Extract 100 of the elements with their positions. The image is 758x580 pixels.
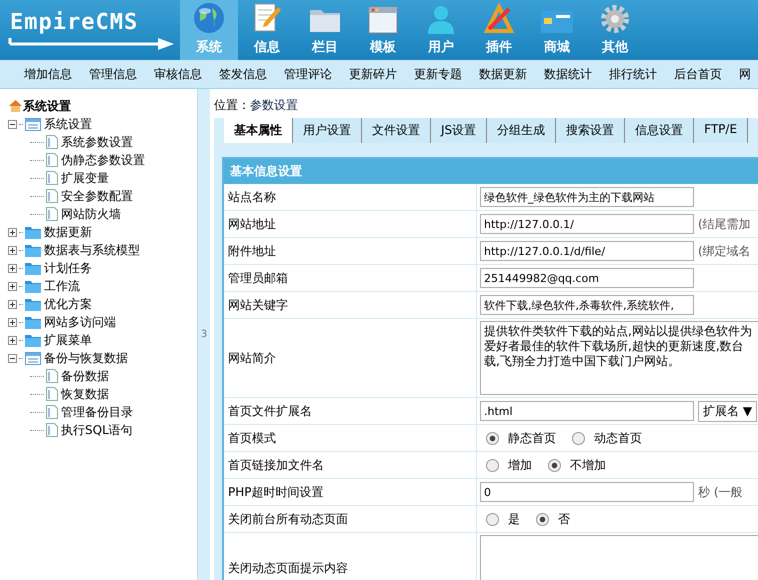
tree-item[interactable]: 计划任务 <box>44 260 92 276</box>
submenu-link[interactable]: 网 <box>739 66 751 82</box>
tree-item[interactable]: 数据表与系统模型 <box>44 242 140 258</box>
expand-icon[interactable] <box>8 282 17 290</box>
expand-icon[interactable] <box>8 264 17 272</box>
field-label: 关闭动态页面提示内容 <box>224 533 477 580</box>
radio-button[interactable] <box>486 458 499 472</box>
submenu-link[interactable]: 数据更新 <box>479 66 527 82</box>
person-icon <box>425 3 457 35</box>
settings-tab[interactable]: FTP/E <box>694 118 748 143</box>
tree-item[interactable]: 扩展变量 <box>61 170 109 186</box>
nav-tab[interactable]: 其他 <box>586 0 644 60</box>
settings-tab[interactable]: 文件设置 <box>362 118 431 143</box>
field-label: 网站地址 <box>224 211 477 237</box>
tree-item[interactable]: 工作流 <box>44 278 80 294</box>
tree-item[interactable]: 优化方案 <box>44 296 92 312</box>
settings-tab[interactable]: 用户设置 <box>293 118 362 143</box>
list-icon <box>25 118 41 130</box>
tree-item[interactable]: 系统参数设置 <box>61 134 133 150</box>
logo: EmpireCMS <box>0 0 180 60</box>
folder-icon <box>25 298 41 310</box>
settings-tab[interactable]: 搜索设置 <box>556 118 626 143</box>
nav-tab[interactable]: 商城 <box>528 0 586 60</box>
submenu-link[interactable]: 增加信息 <box>24 66 72 82</box>
tree-item[interactable]: 扩展菜单 <box>44 332 92 348</box>
folder-icon <box>25 262 41 274</box>
home-icon <box>8 99 23 113</box>
submenu-link[interactable]: 管理信息 <box>89 66 137 82</box>
field-label: 附件地址 <box>224 238 477 264</box>
nav-tab[interactable]: 模板 <box>354 0 412 60</box>
input-field[interactable]: 0 <box>480 482 694 502</box>
splitter[interactable]: 3 <box>198 89 210 580</box>
submenu-link[interactable]: 更新碎片 <box>349 66 397 82</box>
nav-tab[interactable]: 用户 <box>412 0 470 60</box>
submenu-link[interactable]: 后台首页 <box>674 66 722 82</box>
expand-icon[interactable] <box>8 228 17 236</box>
radio-button[interactable] <box>486 512 499 526</box>
page-icon <box>46 369 58 383</box>
collapse-icon[interactable] <box>8 120 17 128</box>
expand-icon[interactable] <box>8 300 17 308</box>
field-label: 管理员邮箱 <box>224 265 477 291</box>
expand-icon[interactable] <box>8 246 17 254</box>
radio-button[interactable] <box>486 432 499 444</box>
tree-item[interactable]: 网站防火墙 <box>61 206 121 222</box>
tree-item[interactable]: 网站多访问端 <box>44 314 116 330</box>
page-icon <box>46 387 58 401</box>
expand-icon[interactable] <box>8 318 17 326</box>
radio-button[interactable] <box>548 458 561 472</box>
page-icon <box>46 405 58 419</box>
folder-icon <box>25 244 41 256</box>
extension-dropdown[interactable]: 扩展名 ▼ <box>698 400 758 422</box>
page-icon <box>46 171 58 185</box>
field-label: 首页文件扩展名 <box>224 398 477 424</box>
submenu-link[interactable]: 排行统计 <box>609 66 657 82</box>
text-area[interactable]: 提供软件类软件下载的站点,网站以提供绿色软件为 爱好者最佳的软件下载场所,超快的更新速度,数台 载,飞翔全力打造中国下载门户网站。 <box>480 321 758 395</box>
field-hint: 秒 (一般 <box>698 484 742 500</box>
radio-label: 否 <box>558 510 570 528</box>
page-icon <box>46 153 58 167</box>
input-field[interactable]: 绿色软件_绿色软件为主的下载网站 <box>480 187 694 207</box>
radio-button[interactable] <box>572 432 585 444</box>
radio-label: 增加 <box>508 456 532 474</box>
text-area-line: 提供软件类软件下载的站点,网站以提供绿色软件为 <box>484 324 753 339</box>
settings-tab[interactable]: 基本属性 <box>224 118 293 143</box>
submenu-link[interactable]: 更新专题 <box>414 66 462 82</box>
submenu-link[interactable]: 数据统计 <box>544 66 592 82</box>
settings-tab[interactable]: 信息设置 <box>625 118 694 143</box>
settings-tab[interactable]: 分组生成 <box>487 118 556 143</box>
input-field[interactable]: .html <box>480 401 694 421</box>
expand-icon[interactable] <box>8 336 17 344</box>
tree-item[interactable]: 管理备份目录 <box>61 404 133 420</box>
tree-item[interactable]: 备份与恢复数据 <box>44 350 128 366</box>
collapse-icon[interactable] <box>8 354 17 362</box>
tree-item[interactable]: 系统设置 <box>44 116 92 132</box>
tree-item[interactable]: 伪静态参数设置 <box>61 152 145 168</box>
submenu-link[interactable]: 审核信息 <box>154 66 202 82</box>
submenu-link[interactable]: 管理评论 <box>284 66 332 82</box>
radio-label: 静态首页 <box>508 430 556 446</box>
settings-tab[interactable]: JS设置 <box>431 118 488 143</box>
field-label: 网站简介 <box>224 319 477 397</box>
breadcrumb-link[interactable]: 参数设置 <box>250 97 298 114</box>
input-field[interactable]: 251449982@qq.com <box>480 268 694 288</box>
window-icon <box>367 5 399 35</box>
tree-item[interactable]: 恢复数据 <box>61 386 109 402</box>
nav-tab[interactable]: 栏目 <box>296 0 354 60</box>
nav-tab[interactable]: 信息 <box>238 0 296 60</box>
tree-item[interactable]: 执行SQL语句 <box>61 422 133 438</box>
radio-button[interactable] <box>536 512 549 526</box>
tree-item[interactable]: 备份数据 <box>61 368 109 384</box>
tree-item[interactable]: 数据更新 <box>44 224 92 240</box>
sidebar-title: 系统设置 <box>23 98 71 114</box>
input-field[interactable]: http://127.0.0.1/ <box>480 214 694 234</box>
nav-tab[interactable]: 插件 <box>470 0 528 60</box>
submenu-link[interactable]: 签发信息 <box>219 66 267 82</box>
tree-item[interactable]: 安全参数配置 <box>61 188 133 204</box>
input-field[interactable]: http://127.0.0.1/d/file/ <box>480 241 694 261</box>
text-area-line: 载,飞翔全力打造中国下载门户网站。 <box>484 354 681 369</box>
input-field[interactable]: 软件下载,绿色软件,杀毒软件,系统软件, <box>480 295 694 315</box>
list-icon <box>25 352 41 364</box>
globe-icon <box>192 1 226 35</box>
folder-icon <box>25 316 41 328</box>
